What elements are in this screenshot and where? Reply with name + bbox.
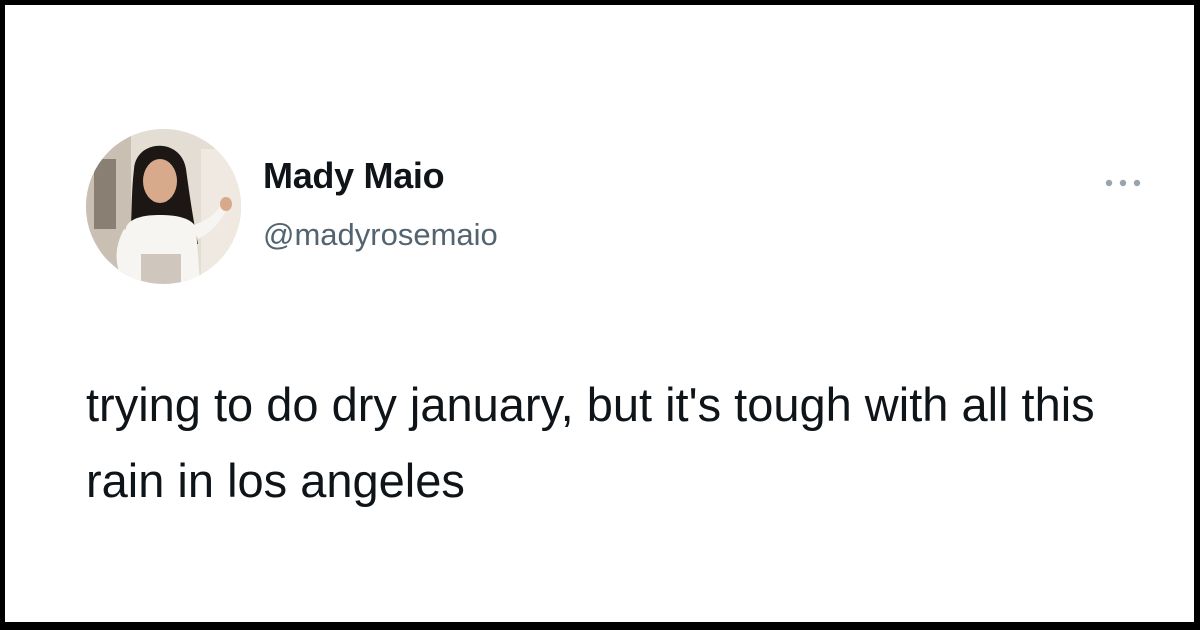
display-name[interactable]: Mady Maio (263, 155, 445, 197)
more-horizontal-icon (1105, 179, 1141, 187)
tweet-card: Mady Maio @madyrosemaio trying to do dry… (5, 5, 1194, 622)
user-handle[interactable]: @madyrosemaio (263, 217, 498, 253)
profile-photo-icon (86, 129, 241, 284)
tweet-text: trying to do dry january, but it's tough… (86, 378, 1095, 507)
more-options-button[interactable] (1101, 173, 1145, 193)
avatar[interactable] (86, 129, 241, 284)
